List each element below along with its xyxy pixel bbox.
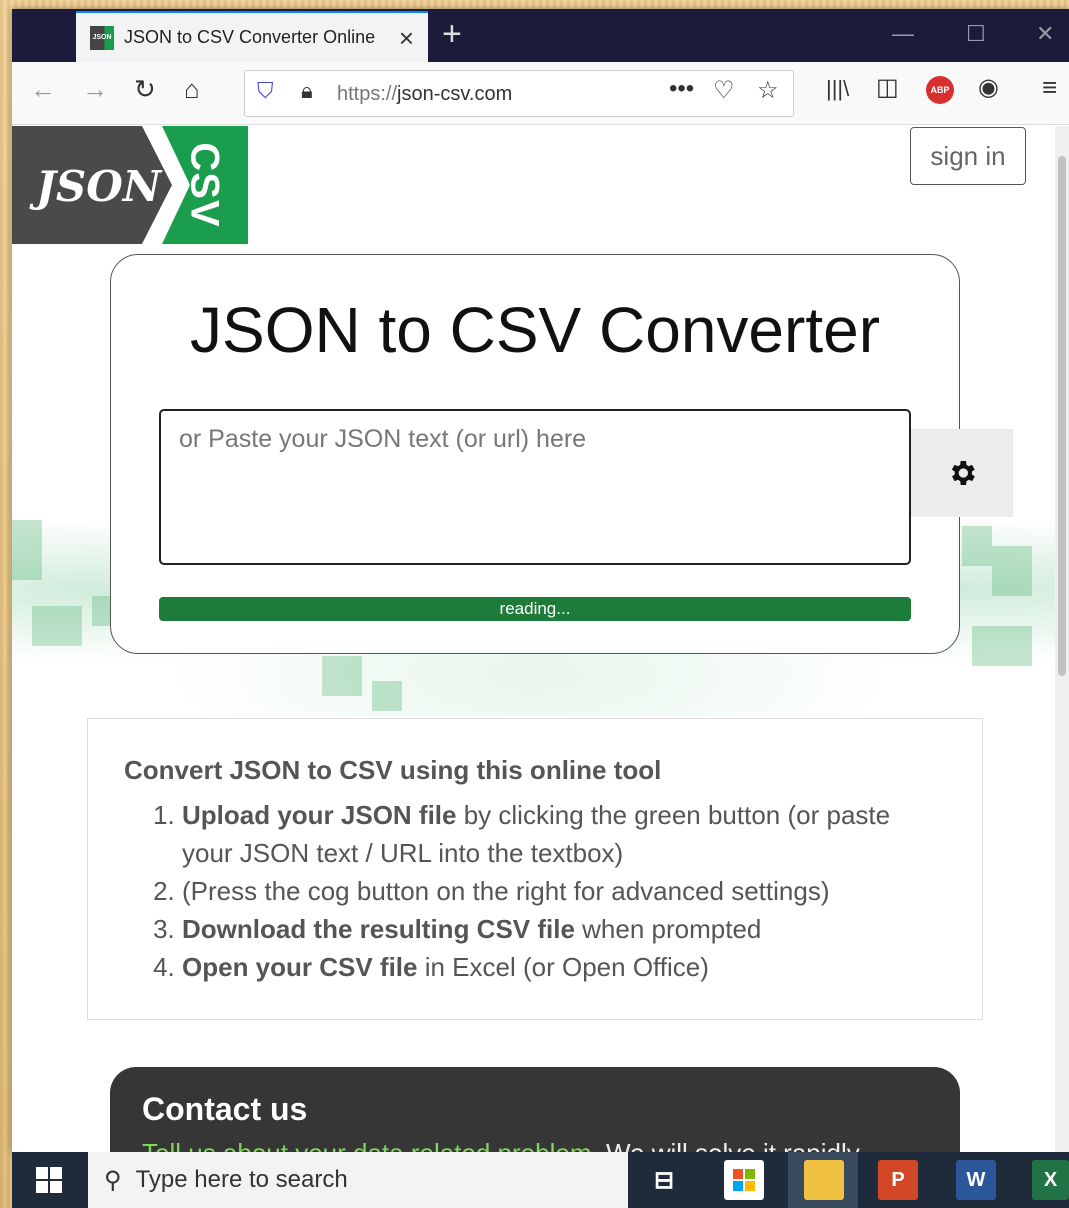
- file-explorer-icon[interactable]: [804, 1160, 844, 1200]
- back-icon[interactable]: ←: [30, 76, 56, 102]
- pocket-icon[interactable]: ♡: [713, 79, 735, 103]
- browser-window: JSON JSON to CSV Converter Online × + — …: [12, 9, 1069, 1152]
- excel-icon[interactable]: X: [1032, 1160, 1069, 1200]
- instructions-list: Upload your JSON file by clicking the gr…: [182, 796, 946, 986]
- lock-icon[interactable]: 🔒︎: [301, 80, 313, 102]
- maximize-icon[interactable]: ☐: [966, 21, 986, 47]
- reload-icon[interactable]: ↻: [134, 76, 156, 102]
- contact-text: Tell us about your data related problem.…: [142, 1138, 928, 1152]
- task-view-icon[interactable]: ⊟: [644, 1160, 684, 1200]
- instructions-heading: Convert JSON to CSV using this online to…: [124, 755, 662, 785]
- json-input[interactable]: [159, 409, 911, 565]
- sidebar-icon[interactable]: ◫: [876, 76, 899, 100]
- logo-json-text: JSON: [36, 162, 162, 211]
- step-bold: Open your CSV file: [182, 952, 418, 982]
- step-bold: Upload your JSON file: [182, 800, 457, 830]
- contact-link[interactable]: Tell us about your data related problem.: [142, 1138, 599, 1152]
- new-tab-icon[interactable]: +: [442, 17, 462, 51]
- contact-rest: We will solve it rapidly.: [599, 1138, 865, 1152]
- progress-label: reading...: [499, 599, 571, 618]
- windows-icon: [36, 1167, 62, 1193]
- progress-bar: reading...: [159, 597, 911, 621]
- list-item: Upload your JSON file by clicking the gr…: [182, 796, 946, 872]
- store-icon[interactable]: [724, 1160, 764, 1200]
- step-bold: Download the resulting CSV file: [182, 914, 575, 944]
- url-prefix: https://: [337, 83, 398, 105]
- list-item: Download the resulting CSV file when pro…: [182, 910, 946, 948]
- tab-title: JSON to CSV Converter Online: [124, 27, 376, 47]
- taskbar: ⚲ Type here to search ⊟ P W X: [12, 1152, 1069, 1208]
- list-item: Open your CSV file in Excel (or Open Off…: [182, 948, 946, 986]
- close-tab-icon[interactable]: ×: [399, 25, 414, 51]
- step-text: when prompted: [574, 914, 762, 944]
- step-text: in Excel (or Open Office): [417, 952, 709, 982]
- home-icon[interactable]: ⌂: [184, 76, 200, 102]
- site-logo[interactable]: JSON CSV: [12, 126, 248, 244]
- settings-button[interactable]: [911, 429, 1013, 517]
- store-logo-icon: [733, 1169, 755, 1191]
- forward-icon[interactable]: →: [82, 76, 108, 102]
- search-placeholder: Type here to search: [135, 1166, 348, 1193]
- page-content: JSON CSV sign in JSON to CSV Converter r…: [12, 126, 1055, 1152]
- close-window-icon[interactable]: ✕: [1036, 21, 1054, 47]
- scrollbar[interactable]: [1055, 126, 1069, 1152]
- favicon-icon: JSON: [90, 25, 114, 50]
- adblock-icon[interactable]: ABP: [926, 76, 954, 104]
- url-bar[interactable]: ⛉ 🔒︎ https://json-csv.com ••• ♡ ☆: [244, 70, 794, 117]
- contact-section: Contact us Tell us about your data relat…: [110, 1067, 960, 1152]
- more-actions-icon[interactable]: •••: [669, 77, 694, 101]
- menu-icon[interactable]: ≡: [1042, 74, 1057, 100]
- word-icon[interactable]: W: [956, 1160, 996, 1200]
- url-host: json-csv.com: [397, 83, 513, 105]
- list-item: (Press the cog button on the right for a…: [182, 872, 946, 910]
- scrollbar-thumb[interactable]: [1058, 156, 1066, 676]
- bookmark-star-icon[interactable]: ☆: [757, 79, 779, 103]
- page-title: JSON to CSV Converter: [190, 294, 880, 366]
- logo-csv-part: CSV: [162, 126, 248, 244]
- step-text: (Press the cog button on the right for a…: [182, 876, 830, 906]
- taskbar-search[interactable]: ⚲ Type here to search: [88, 1152, 628, 1208]
- navigation-bar: ← → ↻ ⌂ ⛉ 🔒︎ https://json-csv.com ••• ♡ …: [12, 62, 1069, 125]
- logo-json-part: JSON: [12, 126, 172, 244]
- powerpoint-icon[interactable]: P: [878, 1160, 918, 1200]
- converter-card: JSON to CSV Converter reading...: [110, 254, 1013, 654]
- browser-tab[interactable]: JSON JSON to CSV Converter Online ×: [76, 11, 428, 62]
- search-icon: ⚲: [104, 1166, 122, 1194]
- logo-csv-text: CSV: [182, 142, 227, 228]
- url-text[interactable]: https://json-csv.com: [337, 83, 512, 106]
- library-icon[interactable]: |||\: [826, 78, 849, 100]
- title-bar: JSON JSON to CSV Converter Online × + — …: [12, 9, 1069, 62]
- gear-icon: [951, 461, 975, 485]
- instructions-panel: Convert JSON to CSV using this online to…: [87, 718, 983, 1020]
- minimize-icon[interactable]: —: [892, 21, 914, 47]
- account-icon[interactable]: ◉: [978, 76, 999, 100]
- sign-in-button[interactable]: sign in: [910, 127, 1026, 185]
- start-button[interactable]: [12, 1152, 86, 1208]
- shield-icon[interactable]: ⛉: [257, 80, 274, 102]
- contact-heading: Contact us: [142, 1091, 308, 1127]
